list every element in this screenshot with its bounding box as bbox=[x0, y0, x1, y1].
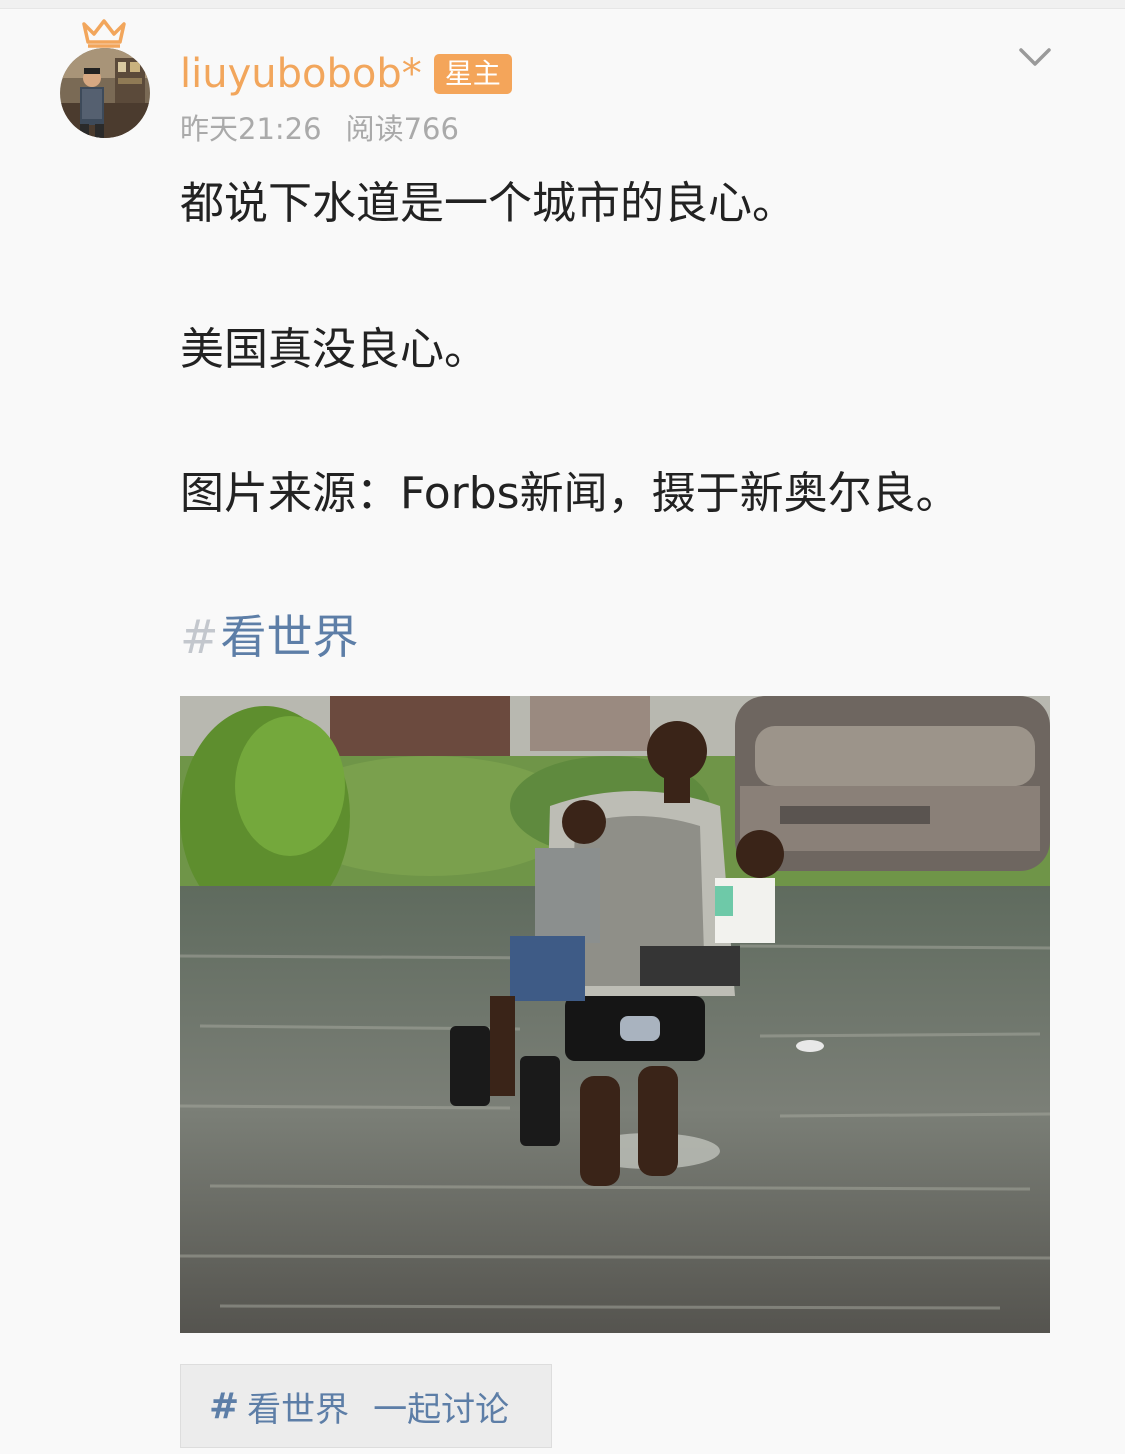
topic-tag[interactable]: # 看世界 bbox=[180, 606, 359, 668]
hash-icon: # bbox=[209, 1385, 240, 1427]
discuss-topic-button[interactable]: # 看世界 一起讨论 bbox=[180, 1364, 552, 1448]
read-count: 阅读766 bbox=[345, 112, 459, 146]
topic-name: 看世界 bbox=[220, 610, 359, 664]
discuss-topic-name: 看世界 bbox=[247, 1389, 350, 1430]
discuss-action-label: 一起讨论 bbox=[373, 1389, 510, 1430]
owner-badge: 星主 bbox=[433, 54, 512, 94]
username[interactable]: liuyubobob* bbox=[180, 46, 422, 102]
post-paragraph-2: 美国真没良心。 bbox=[180, 324, 488, 375]
avatar[interactable] bbox=[60, 48, 150, 138]
avatar-block[interactable] bbox=[58, 18, 154, 140]
hash-icon: # bbox=[180, 610, 219, 664]
post-paragraph-3: 图片来源：Forbs新闻，摄于新奥尔良。 bbox=[180, 468, 960, 519]
post-photo[interactable] bbox=[180, 696, 1050, 1333]
chevron-down-icon[interactable] bbox=[1013, 40, 1057, 74]
author-row: liuyubobob* 星主 bbox=[180, 46, 512, 102]
crown-icon bbox=[82, 19, 126, 48]
post-paragraph-1: 都说下水道是一个城市的良心。 bbox=[180, 178, 796, 229]
post-meta: 昨天21:26 阅读766 bbox=[180, 108, 459, 150]
post-card: liuyubobob* 星主 昨天21:26 阅读766 都说下水道是一个城市的良… bbox=[0, 0, 1125, 1454]
post-time: 昨天21:26 bbox=[180, 112, 322, 146]
